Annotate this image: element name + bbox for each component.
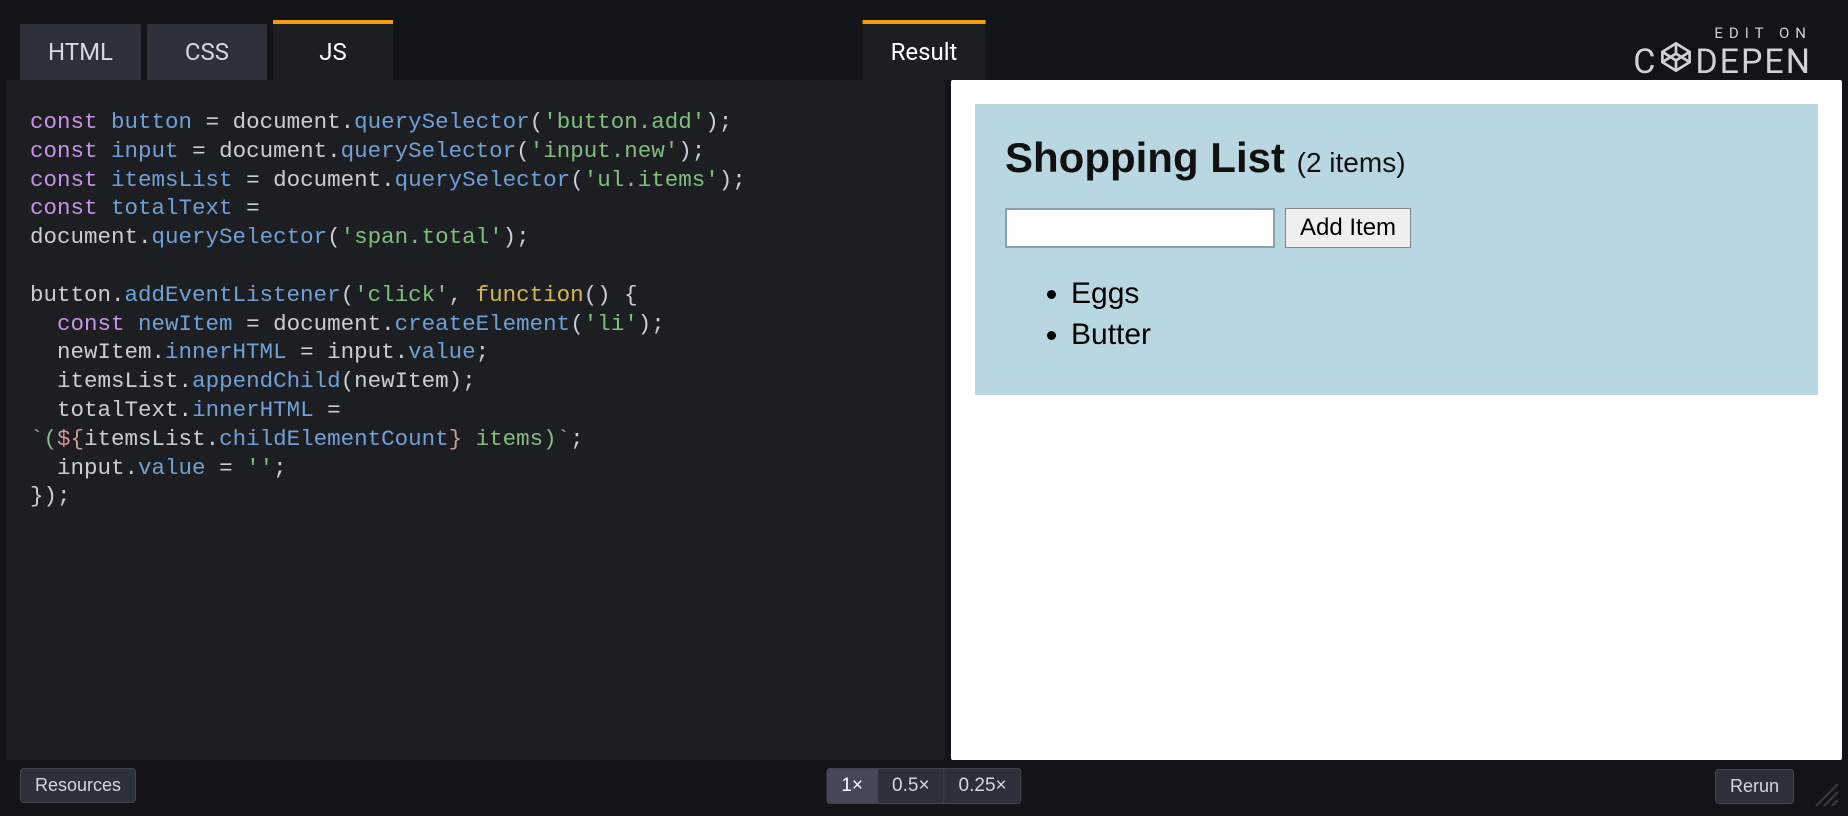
list-item: Butter (1071, 315, 1788, 356)
codepen-cube-icon (1659, 40, 1693, 80)
tab-bar: HTML CSS JS Result EDIT ON C (6, 6, 1842, 80)
new-item-input[interactable] (1005, 208, 1275, 248)
tab-label: HTML (48, 38, 113, 66)
title-text: Shopping List (1005, 134, 1285, 181)
zoom-button[interactable]: 1× (826, 768, 878, 804)
tab-result[interactable]: Result (863, 24, 986, 80)
edit-on-codepen-link[interactable]: EDIT ON C DEPEN (1633, 24, 1812, 82)
add-item-button[interactable]: Add Item (1285, 208, 1411, 248)
resize-handle-icon[interactable] (1810, 778, 1838, 806)
tab-js[interactable]: JS (273, 24, 393, 80)
tab-label: JS (319, 38, 347, 66)
list-item: Eggs (1071, 274, 1788, 315)
tab-accent (273, 20, 393, 24)
main-panes: const button = document.querySelector('b… (6, 80, 1842, 760)
codepen-logo: C DEPEN (1633, 42, 1812, 82)
tab-css[interactable]: CSS (147, 24, 267, 80)
code-content[interactable]: const button = document.querySelector('b… (30, 108, 921, 511)
rerun-button[interactable]: Rerun (1715, 769, 1794, 804)
tab-accent (863, 20, 986, 24)
tab-label: Result (891, 38, 958, 66)
zoom-button[interactable]: 0.5× (878, 768, 945, 804)
zoom-button[interactable]: 0.25× (945, 768, 1022, 804)
bottom-bar: Resources 1×0.5×0.25× Rerun (6, 760, 1842, 810)
resources-button[interactable]: Resources (20, 768, 136, 803)
tab-html[interactable]: HTML (20, 24, 141, 80)
result-tab-wrap: Result (863, 24, 986, 80)
items-list: EggsButter (1005, 274, 1788, 355)
shopping-list-widget: Shopping List (2 items) Add Item EggsBut… (975, 104, 1818, 395)
result-pane: Shopping List (2 items) Add Item EggsBut… (951, 80, 1842, 760)
items-count: (2 items) (1297, 147, 1406, 178)
js-editor-pane[interactable]: const button = document.querySelector('b… (6, 80, 945, 760)
page-title: Shopping List (2 items) (1005, 134, 1788, 182)
zoom-controls: 1×0.5×0.25× (826, 768, 1021, 804)
tab-label: CSS (185, 38, 229, 66)
codepen-app: HTML CSS JS Result EDIT ON C (0, 0, 1848, 816)
add-item-controls: Add Item (1005, 208, 1788, 248)
